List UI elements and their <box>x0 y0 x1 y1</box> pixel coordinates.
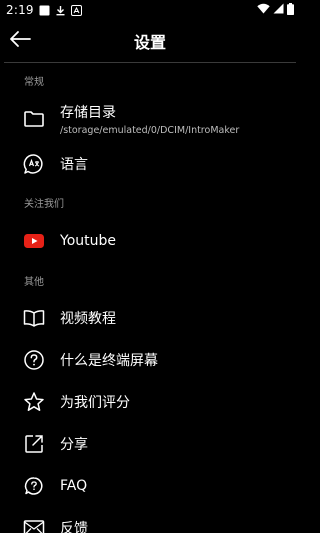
faq-label: FAQ <box>60 478 88 494</box>
youtube-label: Youtube <box>60 233 116 249</box>
share-item[interactable]: 分享 <box>0 423 300 465</box>
youtube-icon <box>22 229 46 253</box>
arrow-left-icon <box>8 30 32 52</box>
download-icon <box>55 5 66 16</box>
battery-icon <box>287 2 294 18</box>
storage-directory-item[interactable]: 存储目录 /storage/emulated/0/DCIM/IntroMaker <box>0 97 300 141</box>
share-label: 分享 <box>60 437 88 453</box>
storage-directory-label: 存储目录 <box>60 105 116 121</box>
mail-icon <box>22 516 46 533</box>
signal-icon <box>273 3 284 17</box>
status-right <box>257 2 294 18</box>
help-circle-icon <box>22 348 46 372</box>
status-bar: 2:19 <box>0 0 300 20</box>
storage-directory-path: /storage/emulated/0/DCIM/IntroMaker <box>60 125 240 136</box>
status-time: 2:19 <box>6 3 34 17</box>
page-title: 设置 <box>133 33 166 52</box>
book-icon <box>22 306 46 330</box>
faq-bubble-icon <box>22 474 46 498</box>
star-icon <box>22 390 46 414</box>
video-tutorial-item[interactable]: 视频教程 <box>0 297 300 339</box>
app-notification-icon <box>70 4 82 16</box>
feedback-item[interactable]: 反馈 <box>0 507 300 533</box>
faq-item[interactable]: FAQ <box>0 465 300 507</box>
section-header-follow: 关注我们 <box>24 199 64 210</box>
folder-icon <box>22 107 46 131</box>
rate-us-label: 为我们评分 <box>60 395 130 411</box>
toolbar-divider <box>4 62 296 63</box>
wifi-icon <box>257 3 270 17</box>
rate-us-item[interactable]: 为我们评分 <box>0 381 300 423</box>
what-is-label: 什么是终端屏幕 <box>60 353 158 369</box>
settings-screen: 2:19 设置 常规 存储目录 /storage/emulated/0/DCIM… <box>0 0 300 533</box>
what-is-item[interactable]: 什么是终端屏幕 <box>0 339 300 381</box>
youtube-item[interactable]: Youtube <box>0 219 300 263</box>
feedback-label: 反馈 <box>60 521 88 533</box>
section-header-general: 常规 <box>24 77 44 88</box>
language-icon <box>22 152 46 176</box>
section-header-other: 其他 <box>24 277 44 288</box>
notification-square-icon <box>39 5 50 16</box>
status-left: 2:19 <box>6 3 82 17</box>
share-icon <box>22 432 46 456</box>
language-item[interactable]: 语言 <box>0 143 300 185</box>
back-button[interactable] <box>6 27 34 55</box>
language-label: 语言 <box>60 157 88 173</box>
storage-item-text: 存储目录 /storage/emulated/0/DCIM/IntroMaker <box>60 102 239 136</box>
video-tutorial-label: 视频教程 <box>60 311 116 327</box>
toolbar: 设置 <box>0 20 300 62</box>
